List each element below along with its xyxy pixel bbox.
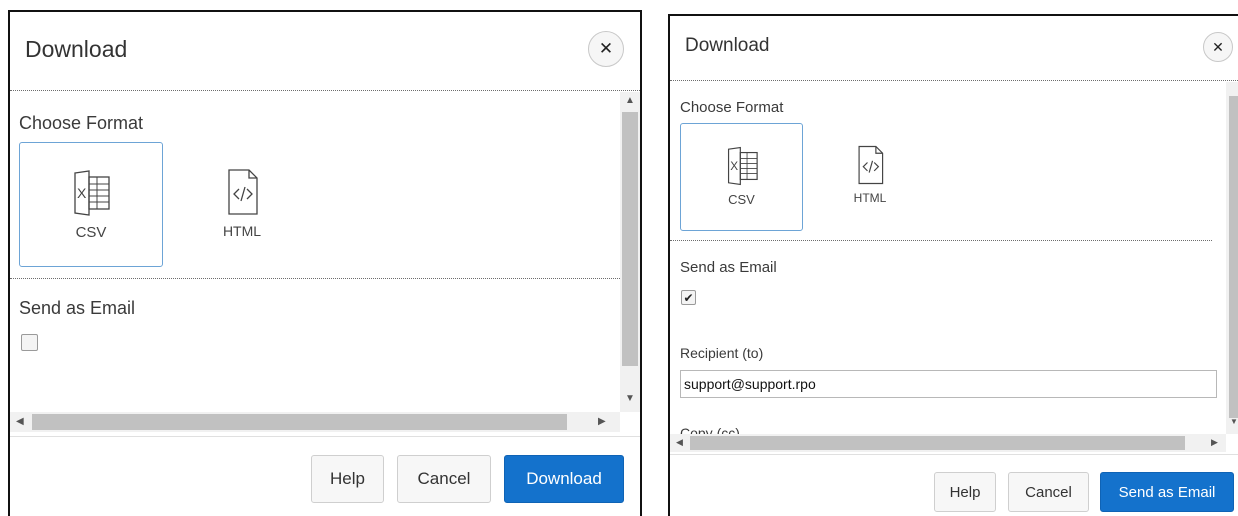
send-as-email-checkbox[interactable] [21, 334, 38, 351]
section-divider [670, 240, 1212, 241]
scroll-left-icon[interactable]: ◀ [16, 417, 24, 427]
header-divider [10, 90, 640, 91]
format-label: CSV [75, 224, 107, 241]
cancel-button[interactable]: Cancel [1008, 472, 1089, 512]
horizontal-scrollbar[interactable]: ◀ ▶ [670, 434, 1226, 452]
csv-file-icon: X [727, 146, 758, 186]
cancel-button[interactable]: Cancel [397, 455, 491, 503]
send-as-email-label: Send as Email [680, 259, 777, 276]
section-divider [10, 278, 620, 279]
dialog-body: Choose Format X CSV HTML Send as [10, 92, 620, 410]
scroll-up-icon[interactable]: ▲ [625, 96, 635, 106]
format-option-csv[interactable]: X CSV [680, 123, 803, 231]
scroll-right-icon[interactable]: ▶ [598, 417, 606, 427]
checkmark-icon: ✔ [683, 290, 694, 305]
header-divider [670, 80, 1238, 81]
scroll-down-icon[interactable]: ▼ [625, 394, 635, 404]
recipient-label: Recipient (to) [680, 345, 764, 361]
copy-label: Copy (cc) [680, 425, 740, 434]
format-label: HTML [222, 223, 262, 239]
scroll-left-icon[interactable]: ◀ [676, 438, 683, 447]
scroll-right-icon[interactable]: ▶ [1211, 438, 1218, 447]
html-file-icon [228, 169, 258, 215]
svg-text:X: X [77, 185, 87, 201]
format-option-html[interactable]: HTML [180, 142, 304, 267]
format-option-html[interactable]: HTML [818, 123, 922, 231]
dialog-footer [670, 454, 1238, 455]
close-icon: ✕ [1212, 38, 1224, 55]
dialog-title: Download [685, 35, 770, 56]
download-dialog-left: Download ✕ Choose Format X CSV HTML Send… [8, 10, 642, 516]
help-button[interactable]: Help [311, 455, 384, 503]
send-as-email-checkbox[interactable]: ✔ [681, 290, 696, 305]
csv-file-icon: X [74, 170, 110, 216]
svg-text:X: X [730, 160, 738, 173]
vertical-scrollbar[interactable]: ▼ [1226, 82, 1238, 434]
choose-format-label: Choose Format [680, 99, 784, 116]
choose-format-label: Choose Format [19, 113, 144, 133]
download-button[interactable]: Download [504, 455, 624, 503]
recipient-input[interactable]: support@support.rpo [680, 370, 1217, 398]
close-button[interactable]: ✕ [588, 31, 624, 67]
dialog-body: Choose Format X CSV HTML Send as [670, 82, 1226, 434]
format-label: HTML [853, 191, 887, 205]
dialog-footer [10, 436, 640, 437]
scroll-down-icon[interactable]: ▼ [1230, 418, 1238, 426]
close-button[interactable]: ✕ [1203, 32, 1233, 62]
horizontal-scroll-thumb[interactable] [32, 414, 567, 430]
send-as-email-label: Send as Email [19, 298, 136, 318]
help-button[interactable]: Help [934, 472, 996, 512]
send-as-email-button[interactable]: Send as Email [1100, 472, 1234, 512]
horizontal-scrollbar[interactable]: ◀ ▶ [10, 412, 620, 432]
vertical-scroll-thumb[interactable] [1229, 96, 1238, 418]
dialog-title: Download [25, 36, 128, 62]
download-dialog-right: Download ✕ Choose Format X CSV HTML Send… [668, 14, 1238, 516]
horizontal-scroll-thumb[interactable] [690, 436, 1185, 450]
format-option-csv[interactable]: X CSV [19, 142, 163, 267]
format-label: CSV [728, 192, 755, 207]
vertical-scroll-thumb[interactable] [622, 112, 638, 366]
html-file-icon [858, 145, 884, 185]
vertical-scrollbar[interactable]: ▲ ▼ [620, 92, 640, 412]
close-icon: ✕ [598, 39, 614, 58]
